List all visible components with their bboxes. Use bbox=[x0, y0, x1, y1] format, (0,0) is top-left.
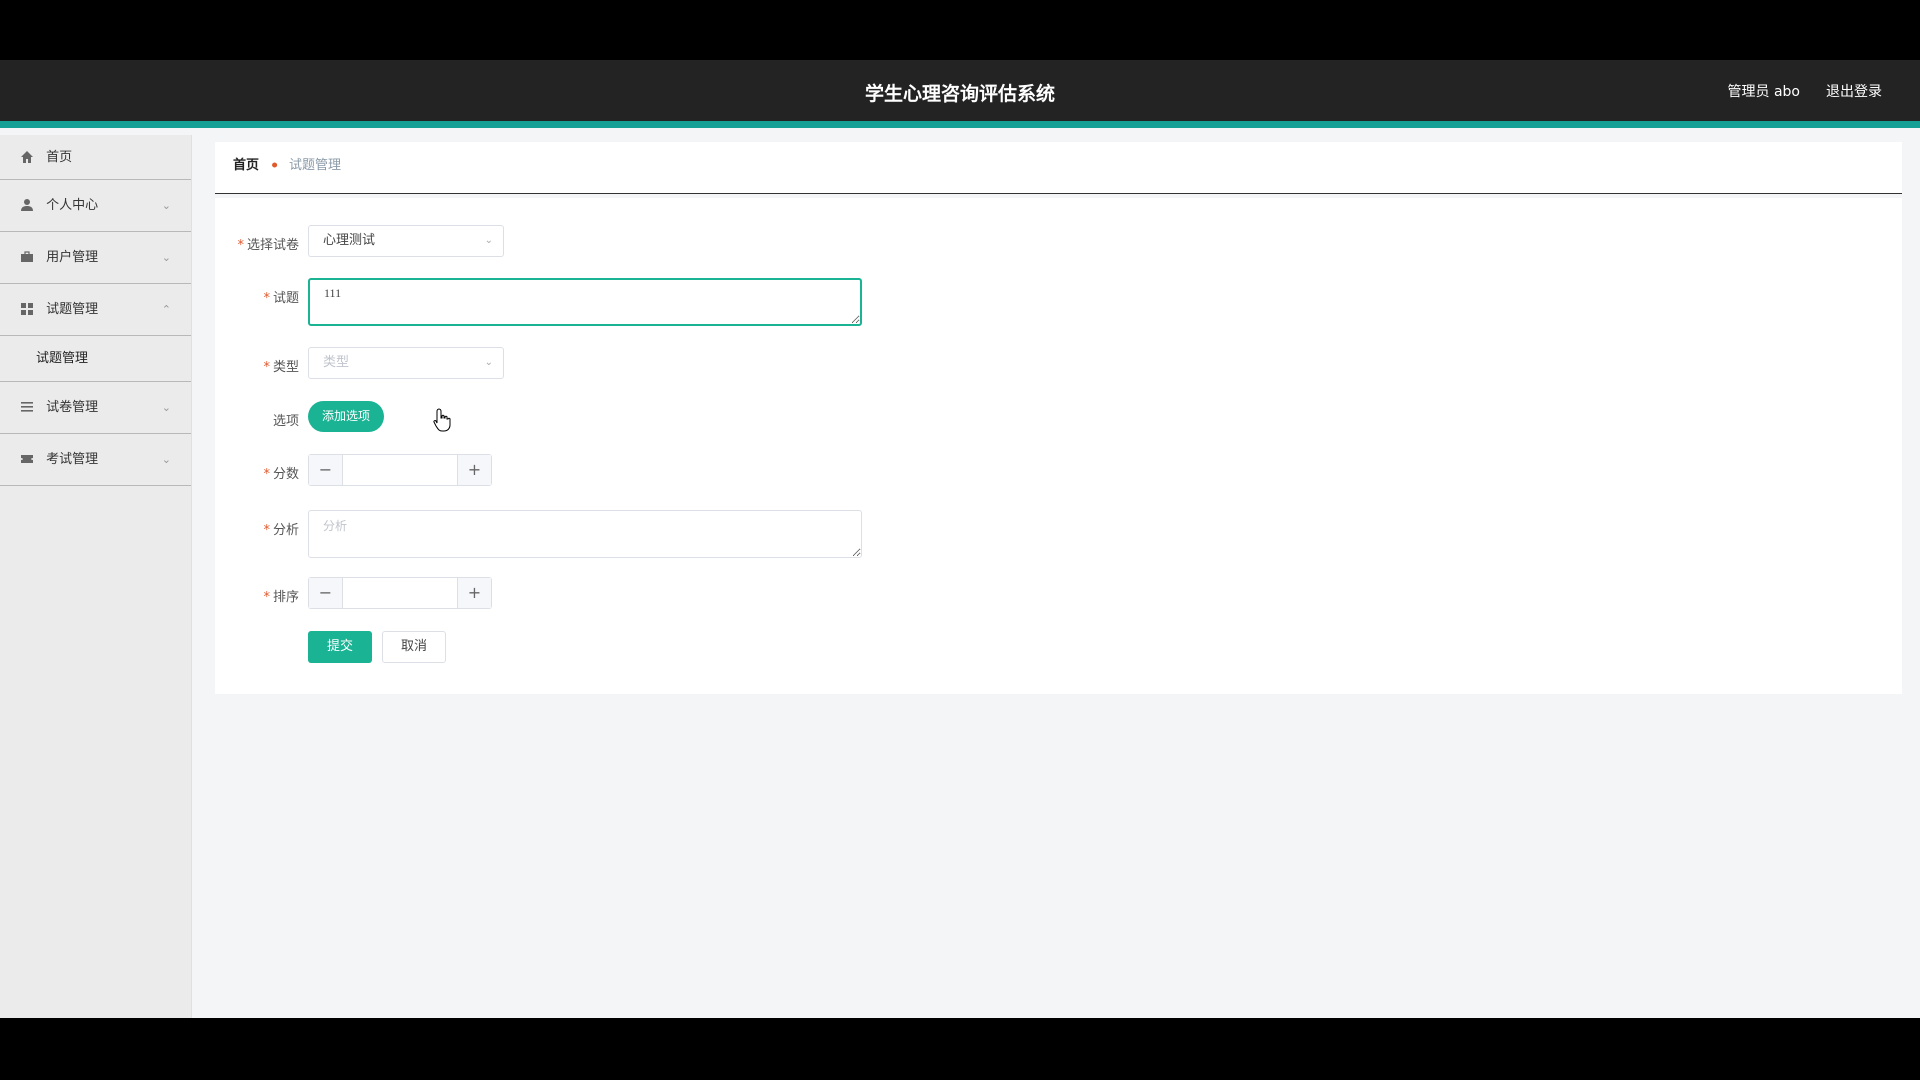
letterbox-bottom bbox=[0, 1018, 1920, 1080]
sidebar-item-paper-management[interactable]: 试卷管理 ⌄ bbox=[0, 382, 191, 434]
sidebar-item-label: 个人中心 bbox=[46, 198, 99, 213]
sort-decrement-button[interactable]: − bbox=[309, 578, 343, 608]
chevron-down-icon: ⌄ bbox=[161, 401, 171, 414]
exam-paper-select[interactable]: 心理测试 ⌄ bbox=[308, 225, 504, 257]
breadcrumb-home[interactable]: 首页 bbox=[233, 142, 259, 190]
sort-stepper: − + bbox=[308, 577, 492, 609]
exam-paper-value: 心理测试 bbox=[323, 233, 376, 248]
sidebar: 首页 个人中心 ⌄ 用户管理 ⌄ 试题管理 ⌃ 试题管理 试卷管理 ⌄ 考试管理… bbox=[0, 135, 192, 1018]
ticket-icon bbox=[21, 454, 33, 463]
chevron-down-icon: ⌄ bbox=[484, 235, 493, 246]
score-stepper: − + bbox=[308, 454, 492, 486]
submit-button[interactable]: 提交 bbox=[308, 631, 372, 663]
briefcase-icon bbox=[21, 250, 33, 262]
exam-paper-label: * 选择试卷 bbox=[237, 238, 299, 253]
logout-link[interactable]: 退出登录 bbox=[1826, 60, 1882, 128]
score-decrement-button[interactable]: − bbox=[309, 455, 343, 485]
score-increment-button[interactable]: + bbox=[457, 455, 491, 485]
submenu-item-question-management[interactable]: 试题管理 bbox=[0, 336, 191, 382]
grid-icon bbox=[21, 302, 33, 315]
app-window: 学生心理咨询评估系统 管理员 abo 退出登录 首页 个人中心 ⌄ 用户管理 ⌄… bbox=[0, 60, 1920, 1018]
question-textarea[interactable] bbox=[308, 278, 862, 326]
sidebar-item-label: 用户管理 bbox=[46, 250, 99, 265]
breadcrumb-separator-icon: ⚫ bbox=[270, 159, 280, 172]
add-option-button[interactable]: 添加选项 bbox=[308, 401, 385, 432]
app-title: 学生心理咨询评估系统 bbox=[864, 83, 1055, 105]
score-label: * 分数 bbox=[263, 467, 299, 482]
sidebar-item-label: 试题管理 bbox=[46, 302, 99, 317]
type-placeholder: 类型 bbox=[323, 355, 350, 370]
chevron-down-icon: ⌄ bbox=[161, 251, 171, 264]
user-icon bbox=[21, 198, 33, 211]
sidebar-item-user-management[interactable]: 用户管理 ⌄ bbox=[0, 232, 191, 284]
sort-input[interactable] bbox=[344, 578, 456, 608]
analysis-label: * 分析 bbox=[263, 523, 299, 538]
top-header: 学生心理咨询评估系统 管理员 abo 退出登录 bbox=[0, 60, 1920, 128]
type-select[interactable]: 类型 ⌄ bbox=[308, 347, 504, 379]
sidebar-item-label: 考试管理 bbox=[46, 452, 99, 467]
list-icon bbox=[21, 401, 33, 412]
type-label: * 类型 bbox=[263, 360, 299, 375]
sidebar-item-label: 首页 bbox=[46, 150, 73, 165]
chevron-down-icon: ⌄ bbox=[484, 357, 493, 368]
sort-label: * 排序 bbox=[263, 590, 299, 605]
chevron-down-icon: ⌄ bbox=[161, 199, 171, 212]
home-icon bbox=[21, 150, 33, 163]
current-user: 管理员 abo bbox=[1727, 84, 1800, 100]
sort-increment-button[interactable]: + bbox=[457, 578, 491, 608]
analysis-textarea[interactable] bbox=[308, 510, 862, 558]
sidebar-item-question-management[interactable]: 试题管理 ⌃ bbox=[0, 284, 191, 336]
breadcrumb: 首页 ⚫ 试题管理 bbox=[215, 142, 1902, 194]
sidebar-item-home[interactable]: 首页 bbox=[0, 135, 191, 180]
cancel-button[interactable]: 取消 bbox=[382, 631, 446, 663]
question-form: *选择试卷 心理测试 ⌄ *试题 *类型 类型 ⌄ 选项 添加选项 *分数 − … bbox=[215, 198, 1902, 694]
breadcrumb-current: 试题管理 bbox=[289, 158, 342, 173]
question-label: * 试题 bbox=[263, 291, 299, 306]
chevron-down-icon: ⌄ bbox=[161, 453, 171, 466]
sidebar-item-label: 试卷管理 bbox=[46, 400, 99, 415]
hand-pointer-icon bbox=[433, 408, 451, 432]
score-input[interactable] bbox=[344, 455, 456, 485]
letterbox-top bbox=[0, 0, 1920, 60]
options-label: 选项 bbox=[272, 414, 299, 429]
chevron-up-icon: ⌃ bbox=[161, 303, 171, 316]
sidebar-item-exam-management[interactable]: 考试管理 ⌄ bbox=[0, 434, 191, 486]
sidebar-item-personal-center[interactable]: 个人中心 ⌄ bbox=[0, 180, 191, 232]
